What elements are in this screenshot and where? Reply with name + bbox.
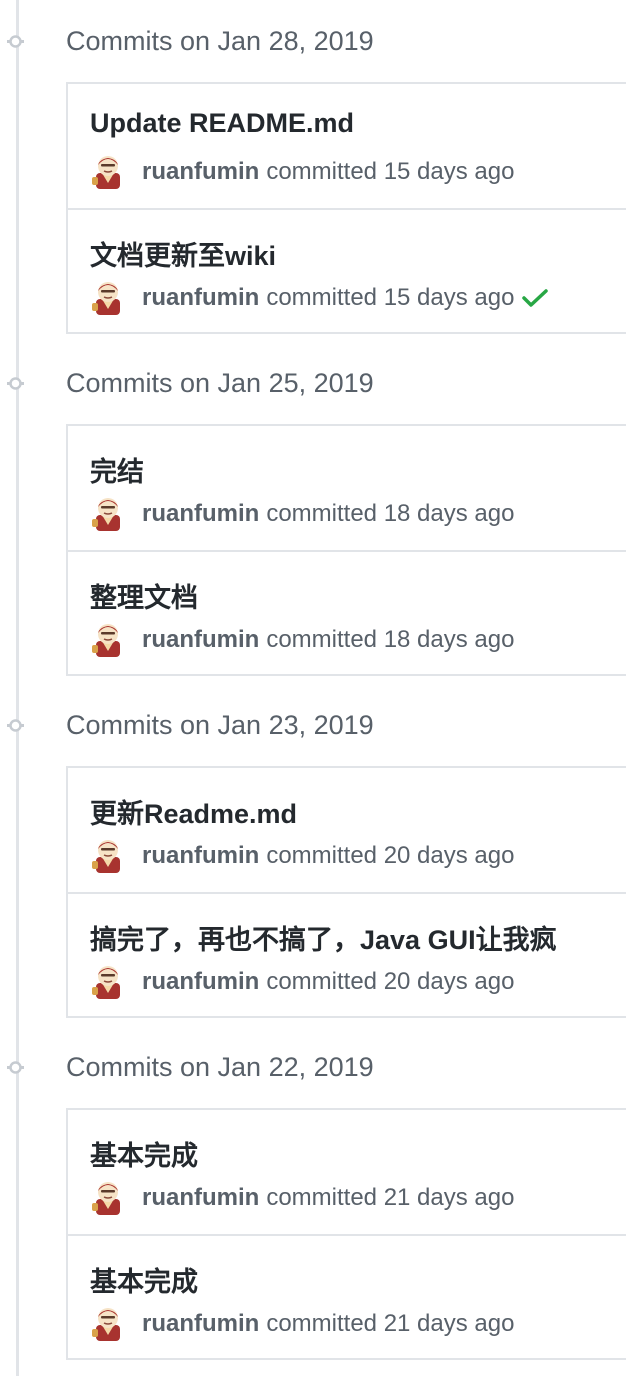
commit-meta: ruanfumin committed 18 days ago [90,494,514,534]
avatar[interactable] [90,621,126,659]
commit-time: committed 20 days ago [266,968,515,995]
commit-row: 基本完成 ruanfumin committed 21 days ago [68,1234,626,1358]
commit-row: 基本完成 ruanfumin committed 21 days ago [68,1110,626,1234]
commit-group: Commits on Jan 28, 2019 Update README.md… [0,0,626,334]
avatar[interactable] [90,837,126,875]
commit-meta: ruanfumin committed 18 days ago [90,620,514,660]
avatar[interactable] [90,153,126,191]
commit-meta: ruanfumin committed 21 days ago [90,1178,514,1218]
avatar[interactable] [90,1179,126,1217]
commit-list: 更新Readme.md ruanfumin committed 20 days … [66,766,626,1018]
commit-title-link[interactable]: 更新Readme.md [90,792,297,831]
git-commit-icon [7,33,24,50]
commit-author-link[interactable]: ruanfumin [142,968,259,996]
commit-group-header: Commits on Jan 22, 2019 [0,1026,626,1110]
commit-group-date: Commits on Jan 23, 2019 [66,710,374,740]
check-icon[interactable] [522,288,549,308]
git-commit-icon [7,375,24,392]
commit-meta: ruanfumin committed 15 days ago [90,152,514,192]
commit-time: committed 18 days ago [266,500,515,527]
commit-title-link[interactable]: 完结 [90,450,144,489]
commit-title-link[interactable]: 文档更新至wiki [90,234,276,273]
commit-time: committed 18 days ago [266,626,515,653]
commit-title-link[interactable]: 整理文档 [90,576,198,615]
avatar[interactable] [90,963,126,1001]
commit-row: 更新Readme.md ruanfumin committed 20 days … [68,768,626,892]
git-commit-icon [7,717,24,734]
commit-group-date: Commits on Jan 22, 2019 [66,1052,374,1082]
commit-group-header: Commits on Jan 25, 2019 [0,342,626,426]
commit-meta: ruanfumin committed 21 days ago [90,1304,514,1344]
commit-list: Update README.md ruanfumin committed 15 … [66,82,626,334]
commit-group-header: Commits on Jan 28, 2019 [0,0,626,84]
commit-meta: ruanfumin committed 20 days ago [90,836,514,876]
commit-author-link[interactable]: ruanfumin [142,1310,259,1338]
avatar[interactable] [90,1305,126,1343]
commit-meta: ruanfumin committed 15 days ago [90,278,549,318]
commit-author-link[interactable]: ruanfumin [142,158,259,186]
commit-author-link[interactable]: ruanfumin [142,284,259,312]
avatar[interactable] [90,279,126,317]
commit-row: 完结 ruanfumin committed 18 days ago [68,426,626,550]
avatar[interactable] [90,495,126,533]
commit-group-date: Commits on Jan 28, 2019 [66,26,374,56]
commit-author-link[interactable]: ruanfumin [142,842,259,870]
commit-title-link[interactable]: 基本完成 [90,1260,198,1299]
commit-author-link[interactable]: ruanfumin [142,500,259,528]
commit-list: 完结 ruanfumin committed 18 days ago 整理文档 … [66,424,626,676]
commit-row: 文档更新至wiki ruanfumin committed 15 days ag… [68,208,626,332]
commit-group-header: Commits on Jan 23, 2019 [0,684,626,768]
commit-group-date: Commits on Jan 25, 2019 [66,368,374,398]
commit-group: Commits on Jan 25, 2019 完结 ruanfumin com… [0,342,626,676]
commit-group: Commits on Jan 22, 2019 基本完成 ruanfumin c… [0,1026,626,1360]
git-commit-icon [7,1059,24,1076]
commit-time: committed 15 days ago [266,284,515,311]
commit-time: committed 21 days ago [266,1184,515,1211]
commit-row: 搞完了，再也不搞了，Java GUI让我疯 ruanfumin committe… [68,892,626,1016]
commit-author-link[interactable]: ruanfumin [142,626,259,654]
commit-time: committed 20 days ago [266,842,515,869]
commit-time: committed 21 days ago [266,1310,515,1337]
commit-row: Update README.md ruanfumin committed 15 … [68,84,626,208]
commit-meta: ruanfumin committed 20 days ago [90,962,514,1002]
commit-list: 基本完成 ruanfumin committed 21 days ago 基本完… [66,1108,626,1360]
commit-author-link[interactable]: ruanfumin [142,1184,259,1212]
commit-title-link[interactable]: Update README.md [90,108,354,139]
commit-title-link[interactable]: 基本完成 [90,1134,198,1173]
commit-title-link[interactable]: 搞完了，再也不搞了，Java GUI让我疯 [90,918,557,957]
commit-group: Commits on Jan 23, 2019 更新Readme.md ruan… [0,684,626,1018]
commit-time: committed 15 days ago [266,158,515,185]
commit-row: 整理文档 ruanfumin committed 18 days ago [68,550,626,674]
